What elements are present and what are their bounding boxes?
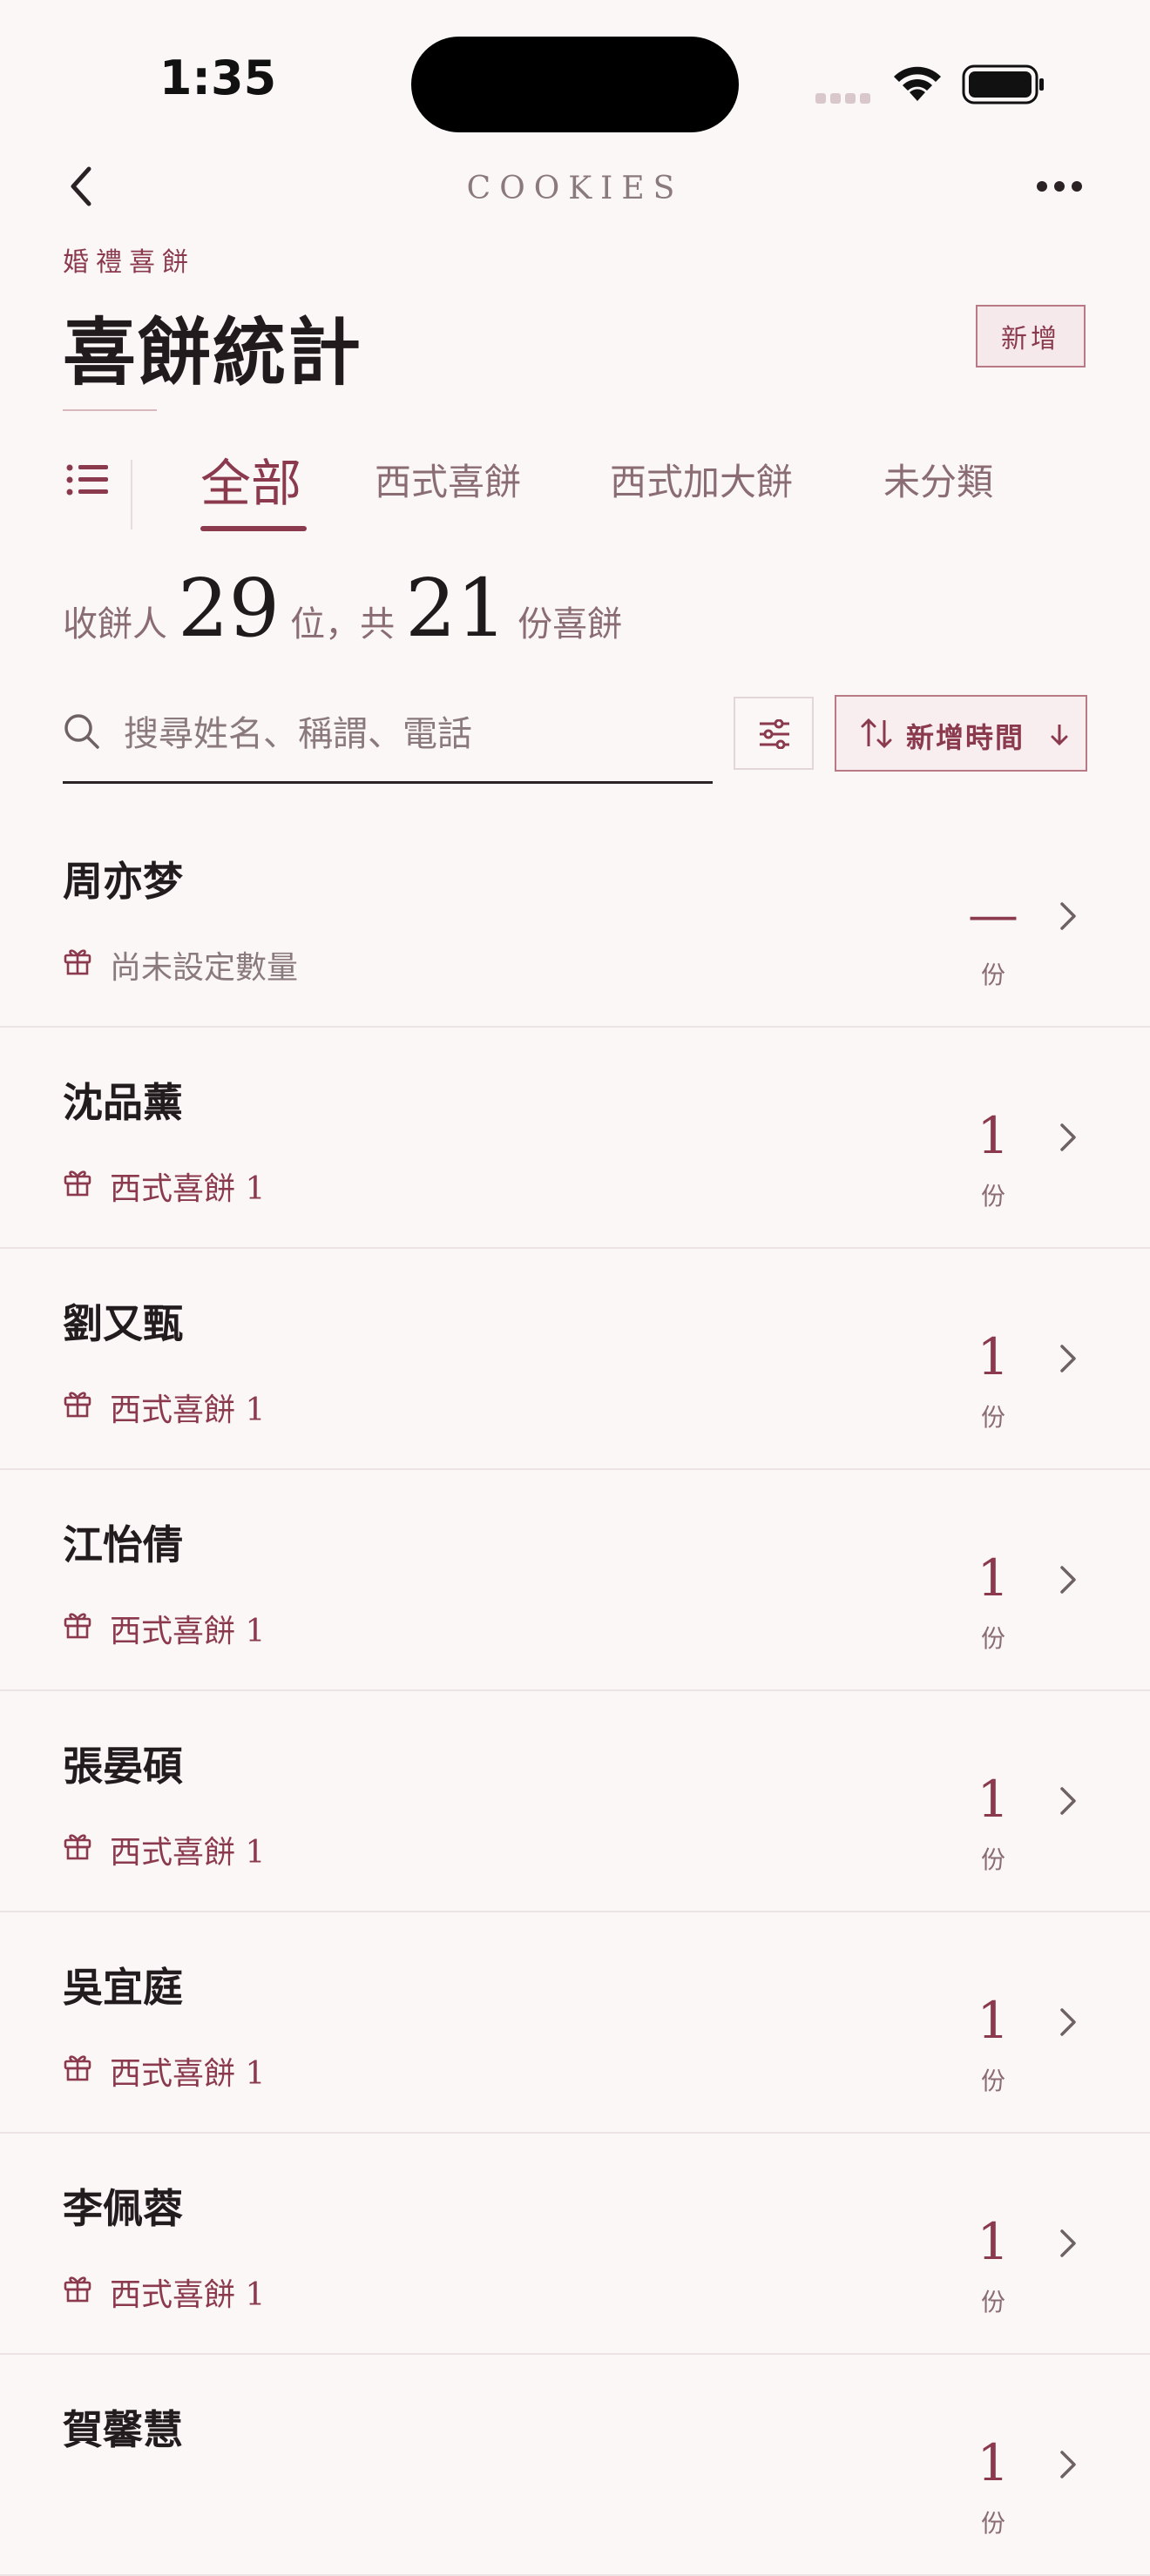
list-item[interactable]: 賀馨慧 1 份: [0, 2355, 1150, 2576]
quantity-unit: 份: [980, 1182, 1005, 1210]
summary-prefix: 收餅人: [63, 604, 167, 644]
cellular-signal-icon: [815, 91, 875, 107]
quantity-value: 1: [977, 1327, 1010, 1386]
page-eyebrow: 婚禮喜餅: [63, 247, 195, 278]
gift-icon: [63, 1167, 92, 1200]
quantity-value: 1: [977, 2212, 1010, 2271]
gift-icon: [63, 2052, 92, 2085]
page-title: 喜餅統計: [63, 309, 363, 395]
nav-title: COOKIES: [466, 171, 684, 206]
tab-divider: [131, 460, 132, 529]
chevron-right-icon: [1060, 902, 1076, 930]
more-options-icon[interactable]: [1037, 179, 1089, 195]
gift-icon: [63, 946, 92, 979]
chevron-right-icon: [1060, 1566, 1076, 1594]
quantity-value: 1: [977, 1770, 1010, 1829]
recipient-count: 29: [178, 562, 281, 655]
cookie-summary: 西式喜餅 1: [110, 1614, 266, 1649]
gift-icon: [63, 1609, 92, 1642]
quantity-value: —: [968, 885, 1018, 944]
list-item[interactable]: 周亦梦尚未設定數量 — 份: [0, 806, 1150, 1028]
quantity-unit: 份: [980, 2509, 1005, 2538]
chevron-right-icon: [1060, 1123, 1076, 1151]
sort-arrows-icon: [861, 718, 892, 749]
summary-mid: 位，共: [290, 604, 396, 644]
quantity-unit: 份: [980, 1624, 1005, 1653]
list-item[interactable]: 江怡倩西式喜餅 1 1 份: [0, 1470, 1150, 1691]
recipient-name: 張晏碩: [63, 1743, 183, 1790]
active-tab-indicator: [200, 526, 307, 531]
summary-line: 收餅人 29 位，共 21 份喜餅: [63, 562, 622, 655]
list-item[interactable]: 沈品薰西式喜餅 1 1 份: [0, 1028, 1150, 1249]
gift-icon: [63, 1831, 92, 1864]
list-item[interactable]: 劉又甄西式喜餅 1 1 份: [0, 1249, 1150, 1470]
recipient-name: 吳宜庭: [63, 1964, 183, 2011]
quantity-value: 1: [977, 1991, 1010, 2050]
battery-icon: [962, 64, 1044, 105]
chevron-right-icon: [1060, 1345, 1076, 1372]
search-input[interactable]: [122, 705, 700, 763]
tab-western-cookie[interactable]: 西式喜餅: [375, 453, 521, 506]
gift-icon: [63, 1388, 92, 1421]
tab-all[interactable]: 全部: [200, 442, 301, 516]
sort-label: 新增時間: [906, 721, 1025, 754]
cookie-summary: 西式喜餅 1: [110, 1835, 266, 1871]
quantity-value: 1: [977, 1106, 1010, 1165]
quantity-unit: 份: [980, 1845, 1005, 1874]
tab-western-large-cookie[interactable]: 西式加大餅: [610, 453, 793, 506]
quantity-value: 1: [977, 1548, 1010, 1608]
list-item[interactable]: 張晏碩西式喜餅 1 1 份: [0, 1691, 1150, 1912]
recipient-name: 賀馨慧: [63, 2406, 183, 2453]
list-view-icon[interactable]: [66, 463, 108, 496]
quantity-value: 1: [977, 2433, 1010, 2492]
box-count: 21: [405, 562, 508, 655]
quantity-unit: 份: [980, 2067, 1005, 2095]
arrow-down-icon: [1051, 725, 1068, 746]
quantity-unit: 份: [980, 2288, 1005, 2316]
search-bar: [63, 697, 713, 784]
quantity-unit: 份: [980, 961, 1005, 989]
list-item[interactable]: 吳宜庭西式喜餅 1 1 份: [0, 1912, 1150, 2134]
cookie-summary: 西式喜餅 1: [110, 1393, 266, 1428]
dynamic-island: [411, 37, 739, 132]
summary-suffix: 份喜餅: [518, 604, 623, 644]
title-divider: [63, 409, 157, 411]
status-time: 1:35: [159, 51, 277, 105]
chevron-right-icon: [1060, 1787, 1076, 1815]
wifi-icon: [894, 66, 941, 101]
cookie-summary: 西式喜餅 1: [110, 2056, 266, 2092]
search-icon: [64, 714, 99, 749]
chevron-right-icon: [1060, 2229, 1076, 2257]
recipient-name: 周亦梦: [63, 858, 183, 905]
recipient-list: 周亦梦 尚未設定數量 — 份沈品薰 西式喜餅 1 1 份劉又甄 西式喜餅 1 1 份江怡倩 西式喜餅…: [0, 806, 1150, 2576]
cookie-summary: 西式喜餅 1: [110, 1171, 266, 1207]
sort-button[interactable]: 新增時間: [835, 695, 1087, 772]
cookie-summary: 西式喜餅 1: [110, 2277, 266, 2313]
recipient-name: 沈品薰: [63, 1079, 183, 1126]
cookie-summary: 尚未設定數量: [110, 950, 299, 986]
back-chevron-icon[interactable]: [68, 165, 94, 207]
gift-icon: [63, 2273, 92, 2306]
chevron-right-icon: [1060, 2451, 1076, 2478]
sliders-icon: [760, 719, 789, 749]
list-item[interactable]: 李佩蓉西式喜餅 1 1 份: [0, 2134, 1150, 2355]
recipient-name: 江怡倩: [63, 1521, 183, 1568]
recipient-name: 劉又甄: [63, 1300, 183, 1347]
add-button[interactable]: 新增: [976, 305, 1086, 368]
recipient-name: 李佩蓉: [63, 2185, 183, 2232]
quantity-unit: 份: [980, 1403, 1005, 1432]
tab-uncategorized[interactable]: 未分類: [883, 453, 993, 506]
filter-button[interactable]: [734, 697, 814, 770]
chevron-right-icon: [1060, 2008, 1076, 2036]
